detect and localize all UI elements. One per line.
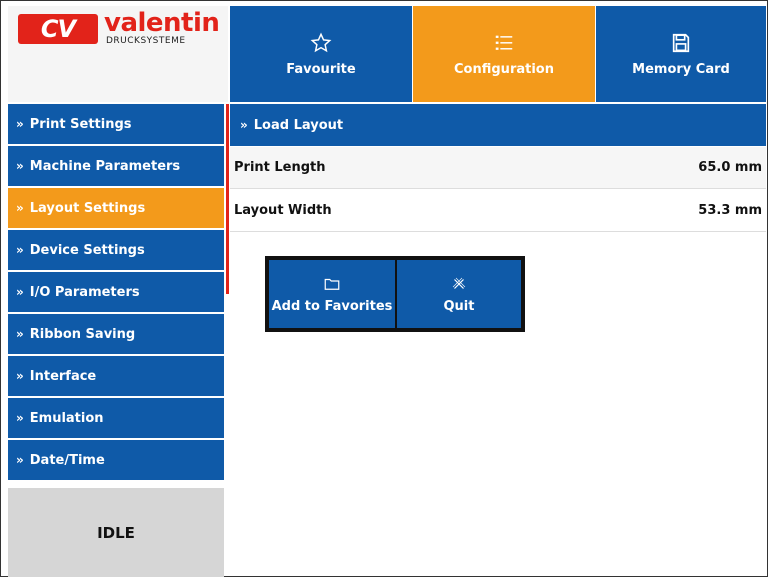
status-panel: IDLE — [8, 488, 224, 577]
memory-card-button[interactable]: Memory Card — [596, 6, 766, 102]
sidebar-item-ribbon-saving[interactable]: » Ribbon Saving — [8, 314, 224, 354]
sidebar-item-label: Ribbon Saving — [29, 326, 136, 342]
list-icon — [495, 35, 513, 50]
chevron-right-icon: » — [16, 201, 24, 215]
setting-value: 65.0 mm — [698, 160, 762, 175]
chevron-right-icon: » — [16, 369, 24, 383]
sidebar-item-interface[interactable]: » Interface — [8, 356, 224, 396]
close-icon — [452, 277, 466, 289]
configuration-label: Configuration — [454, 61, 554, 77]
sidebar-item-label: I/O Parameters — [29, 284, 140, 300]
scroll-indicator — [226, 104, 229, 294]
setting-label: Print Length — [234, 160, 326, 175]
favourite-label: Favourite — [286, 61, 356, 77]
sidebar-item-date-time[interactable]: » Date/Time — [8, 440, 224, 480]
logo-name: valentin — [104, 8, 220, 38]
sidebar-item-label: Machine Parameters — [29, 158, 181, 174]
sidebar-item-label: Date/Time — [29, 452, 105, 468]
setting-value: 53.3 mm — [698, 203, 762, 218]
folder-icon — [324, 278, 340, 290]
load-layout-label: Load Layout — [253, 117, 344, 133]
sidebar-item-print-settings[interactable]: » Print Settings — [8, 104, 224, 144]
sidebar-item-io-parameters[interactable]: » I/O Parameters — [8, 272, 224, 312]
context-popup: Add to Favorites Quit — [265, 256, 525, 332]
logo-subtitle: DRUCKSYSTEME — [106, 36, 186, 46]
setting-row-layout-width[interactable]: Layout Width 53.3 mm — [230, 190, 766, 232]
configuration-button[interactable]: Configuration — [413, 6, 595, 102]
quit-label: Quit — [443, 298, 475, 314]
sidebar-item-label: Layout Settings — [29, 200, 146, 216]
chevron-right-icon: » — [16, 117, 24, 131]
status-text: IDLE — [97, 523, 135, 542]
setting-row-print-length[interactable]: Print Length 65.0 mm — [230, 147, 766, 189]
favourite-button[interactable]: Favourite — [230, 6, 412, 102]
chevron-right-icon: » — [16, 159, 24, 173]
save-icon — [672, 33, 690, 52]
chevron-right-icon: » — [16, 285, 24, 299]
sidebar-item-emulation[interactable]: » Emulation — [8, 398, 224, 438]
chevron-right-icon: » — [16, 453, 24, 467]
load-layout-header[interactable]: » Load Layout — [230, 104, 766, 146]
logo-mark: CV — [18, 14, 98, 44]
setting-label: Layout Width — [234, 203, 332, 218]
chevron-right-icon: » — [16, 327, 24, 341]
sidebar-item-layout-settings[interactable]: » Layout Settings — [8, 188, 224, 228]
sidebar-item-label: Interface — [29, 368, 97, 384]
memory-card-label: Memory Card — [632, 61, 730, 77]
sidebar-item-label: Emulation — [29, 410, 104, 426]
add-to-favorites-button[interactable]: Add to Favorites — [269, 260, 395, 328]
sidebar-item-machine-parameters[interactable]: » Machine Parameters — [8, 146, 224, 186]
chevron-right-icon: » — [240, 118, 248, 132]
chevron-right-icon: » — [16, 411, 24, 425]
sidebar: » Print Settings » Machine Parameters » … — [8, 104, 224, 482]
add-to-favorites-label: Add to Favorites — [271, 298, 393, 314]
star-icon — [310, 32, 332, 52]
sidebar-item-label: Print Settings — [29, 116, 132, 132]
logo: CV valentin DRUCKSYSTEME — [8, 6, 228, 102]
quit-button[interactable]: Quit — [397, 260, 521, 328]
sidebar-item-label: Device Settings — [29, 242, 145, 258]
chevron-right-icon: » — [16, 243, 24, 257]
sidebar-item-device-settings[interactable]: » Device Settings — [8, 230, 224, 270]
